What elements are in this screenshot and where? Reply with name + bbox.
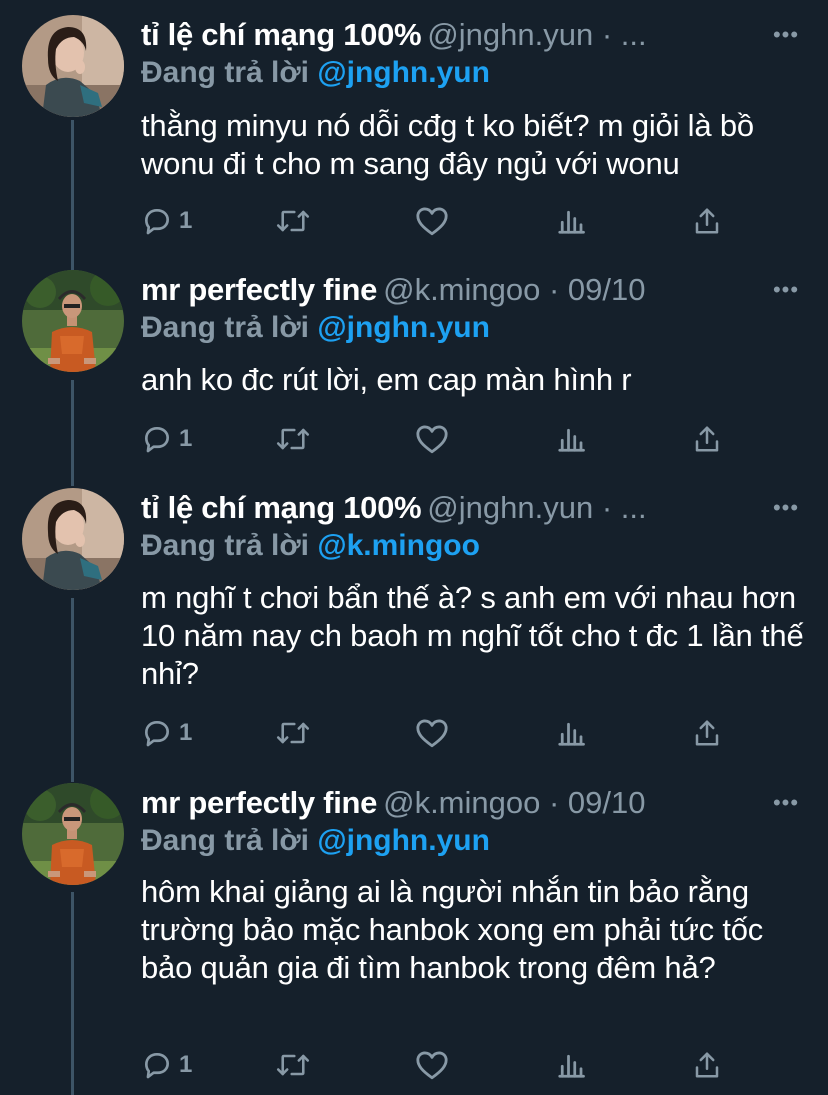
replying-to: Đang trả lời @k.mingoo	[141, 526, 480, 566]
reply-button[interactable]: 1	[141, 1047, 192, 1083]
share-button[interactable]	[692, 1047, 722, 1083]
handle-and-date[interactable]: @jnghn.yun · ...	[427, 17, 646, 52]
replying-to-label: Đang trả lời	[141, 56, 318, 89]
like-button[interactable]	[415, 203, 449, 239]
tweet-text: hôm khai giảng ai là người nhắn tin bảo …	[141, 874, 764, 985]
share-button[interactable]	[692, 715, 722, 751]
thread-line-3	[71, 598, 74, 782]
more-options-icon[interactable]: •••	[772, 23, 800, 47]
analytics-icon	[556, 423, 586, 455]
share-icon	[692, 423, 722, 455]
more-options-icon[interactable]: •••	[772, 278, 800, 302]
handle-and-date[interactable]: @jnghn.yun · ...	[427, 490, 646, 525]
replying-to-handle[interactable]: @k.mingoo	[317, 529, 480, 562]
reply-icon	[141, 1049, 173, 1081]
replying-to: Đang trả lời @jnghn.yun	[141, 821, 490, 861]
retweet-button[interactable]	[275, 1047, 311, 1083]
analytics-button[interactable]	[556, 203, 586, 239]
reply-button[interactable]: 1	[141, 421, 192, 457]
replying-to: Đang trả lời @jnghn.yun	[141, 308, 490, 348]
replying-to: Đang trả lời @jnghn.yun	[141, 53, 490, 93]
analytics-icon	[556, 717, 586, 749]
replying-to-handle[interactable]: @jnghn.yun	[317, 56, 490, 89]
display-name[interactable]: tỉ lệ chí mạng 100%	[141, 17, 422, 52]
tweet-header: mr perfectly fine @k.mingoo · 09/10	[141, 783, 738, 823]
tweet-actions: 1	[141, 421, 731, 457]
analytics-button[interactable]	[556, 1047, 586, 1083]
heart-icon	[415, 205, 449, 237]
reply-count: 1	[179, 207, 193, 234]
analytics-icon	[556, 205, 586, 237]
replying-to-handle[interactable]: @jnghn.yun	[317, 824, 490, 857]
reply-icon	[141, 205, 173, 237]
retweet-icon	[275, 717, 311, 749]
like-button[interactable]	[415, 421, 449, 457]
display-name[interactable]: mr perfectly fine	[141, 785, 377, 820]
tweet-text: anh ko đc rút lời, em cap màn hình r	[141, 362, 632, 397]
more-options-icon[interactable]: •••	[772, 496, 800, 520]
reply-button[interactable]: 1	[141, 203, 192, 239]
replying-to-label: Đang trả lời	[141, 824, 318, 857]
share-button[interactable]	[692, 421, 722, 457]
like-button[interactable]	[415, 1047, 449, 1083]
like-button[interactable]	[415, 715, 449, 751]
tweet-actions: 1	[141, 1047, 731, 1083]
more-options-icon[interactable]: •••	[772, 791, 800, 815]
tweet-text: thằng minyu nó dỗi cđg t ko biết? m giỏi…	[141, 108, 754, 181]
man-avatar[interactable]	[22, 270, 124, 372]
heart-icon	[415, 423, 449, 455]
tweet-header: tỉ lệ chí mạng 100% @jnghn.yun · ...	[141, 15, 738, 55]
share-icon	[692, 717, 722, 749]
man-avatar[interactable]	[22, 783, 124, 885]
reply-count: 1	[179, 425, 193, 452]
handle-and-date[interactable]: @k.mingoo · 09/10	[383, 785, 645, 820]
replying-to-label: Đang trả lời	[141, 529, 318, 562]
retweet-icon	[275, 423, 311, 455]
heart-icon	[415, 717, 449, 749]
replying-to-handle[interactable]: @jnghn.yun	[317, 311, 490, 344]
share-icon	[692, 1049, 722, 1081]
share-icon	[692, 205, 722, 237]
retweet-button[interactable]	[275, 203, 311, 239]
reply-button[interactable]: 1	[141, 715, 192, 751]
tweet-actions: 1	[141, 715, 731, 751]
analytics-button[interactable]	[556, 421, 586, 457]
handle-and-date[interactable]: @k.mingoo · 09/10	[383, 272, 645, 307]
woman-avatar[interactable]	[22, 15, 124, 117]
analytics-button[interactable]	[556, 715, 586, 751]
tweet-actions: 1	[141, 203, 731, 239]
tweet-text: m nghĩ t chơi bẩn thế à? s anh em với nh…	[141, 580, 804, 691]
display-name[interactable]: tỉ lệ chí mạng 100%	[141, 490, 422, 525]
reply-count: 1	[179, 719, 193, 746]
retweet-button[interactable]	[275, 421, 311, 457]
reply-icon	[141, 717, 173, 749]
retweet-button[interactable]	[275, 715, 311, 751]
share-button[interactable]	[692, 203, 722, 239]
retweet-icon	[275, 1049, 311, 1081]
woman-avatar[interactable]	[22, 488, 124, 590]
retweet-icon	[275, 205, 311, 237]
display-name[interactable]: mr perfectly fine	[141, 272, 377, 307]
reply-count: 1	[179, 1051, 193, 1078]
analytics-icon	[556, 1049, 586, 1081]
reply-icon	[141, 423, 173, 455]
tweet-header: tỉ lệ chí mạng 100% @jnghn.yun · ...	[141, 488, 738, 528]
heart-icon	[415, 1049, 449, 1081]
replying-to-label: Đang trả lời	[141, 311, 318, 344]
tweet-header: mr perfectly fine @k.mingoo · 09/10	[141, 270, 738, 310]
thread-line-1	[71, 120, 74, 270]
thread-line-2	[71, 380, 74, 486]
thread-line-4	[71, 892, 74, 1095]
